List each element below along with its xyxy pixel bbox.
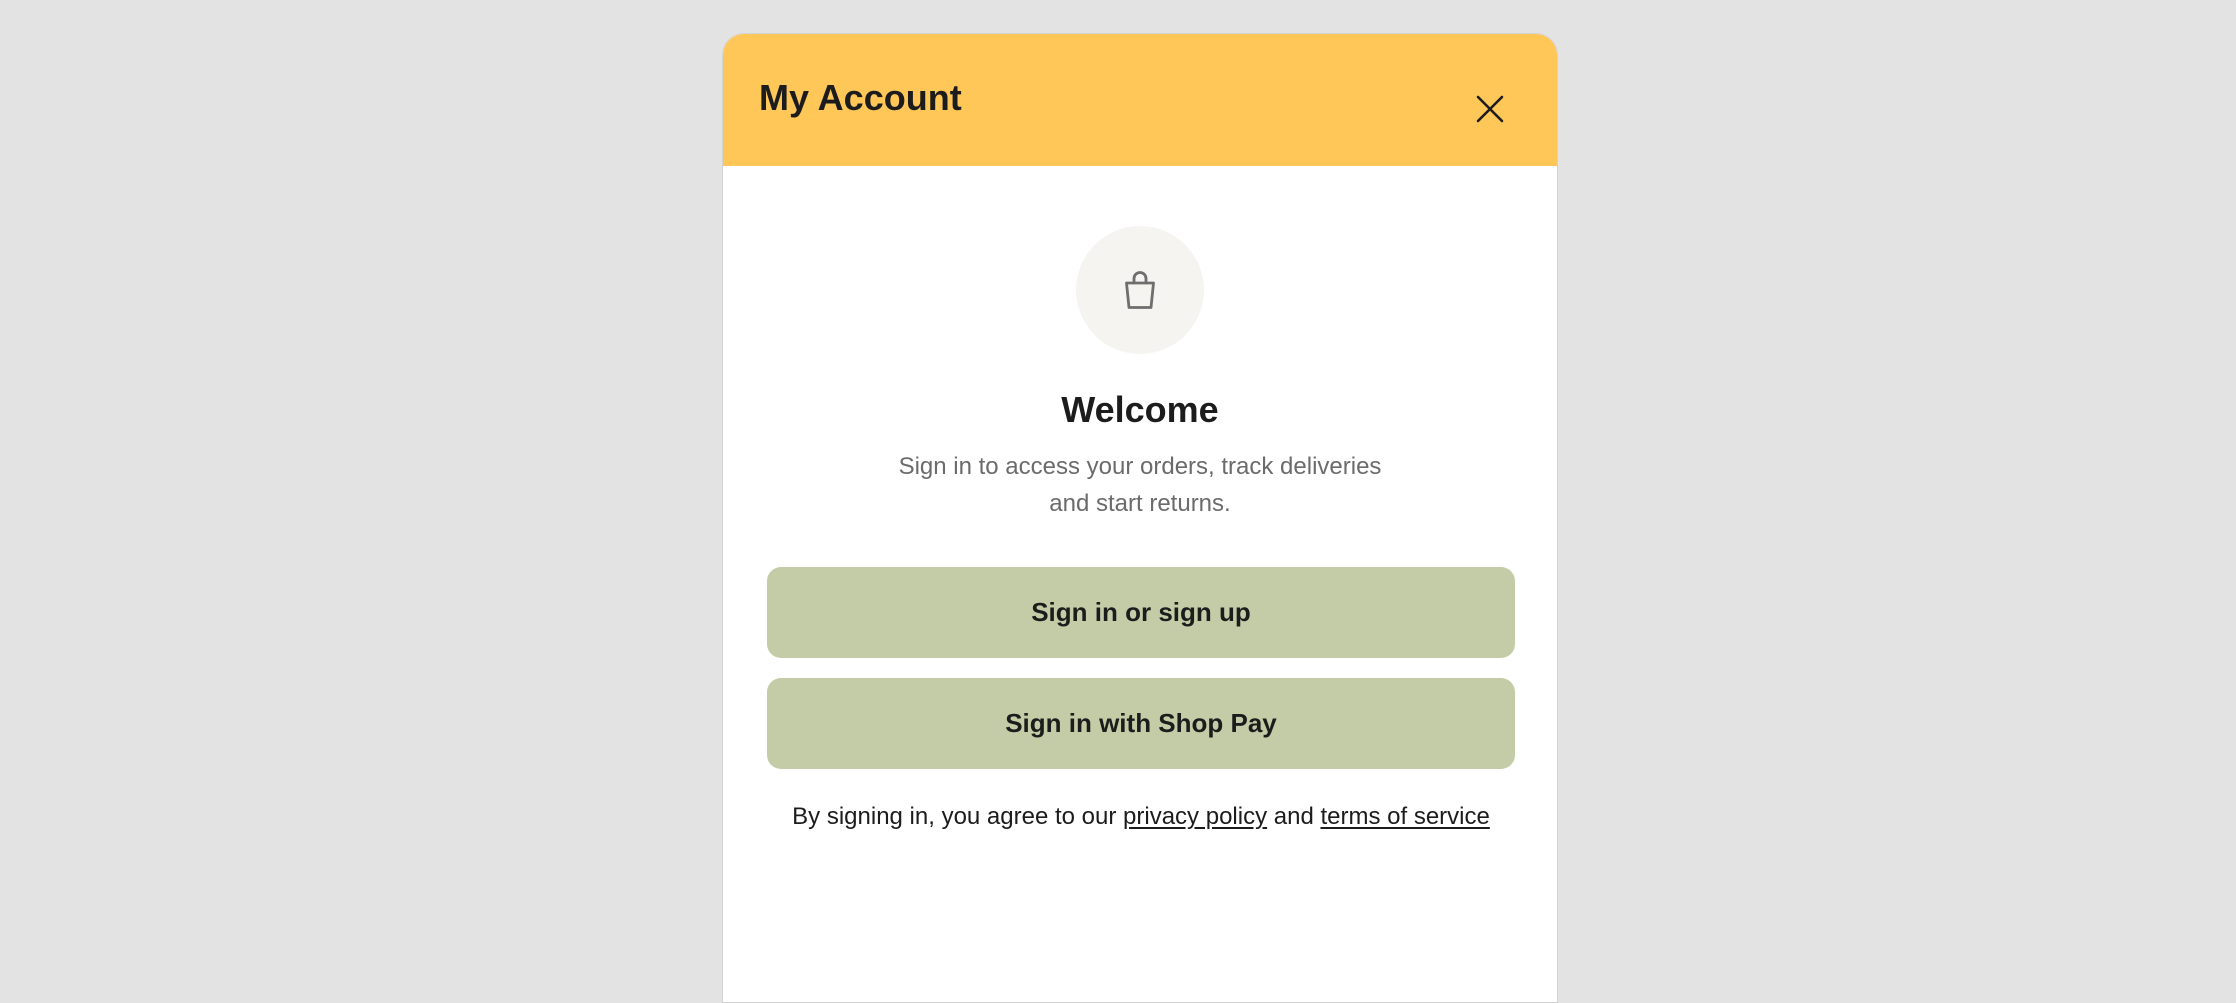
panel-body: Welcome Sign in to access your orders, t…: [723, 166, 1557, 1002]
privacy-policy-link[interactable]: privacy policy: [1123, 803, 1267, 830]
legal-conjunction: and: [1267, 803, 1321, 830]
sign-in-button[interactable]: Sign in or sign up: [767, 567, 1515, 658]
account-panel: My Account Welcome Sign in to access you…: [722, 33, 1558, 1003]
close-button[interactable]: [1460, 79, 1520, 139]
welcome-subtitle: Sign in to access your orders, track del…: [868, 448, 1412, 522]
subtitle-line-2: and start returns.: [1049, 490, 1231, 517]
subtitle-line-1: Sign in to access your orders, track del…: [898, 453, 1382, 480]
shopping-bag-icon: [1125, 271, 1155, 309]
close-icon: [1476, 95, 1504, 123]
bag-icon-badge: [1076, 226, 1204, 354]
panel-header: My Account: [723, 34, 1557, 166]
page-title: My Account: [759, 77, 962, 118]
terms-of-service-link[interactable]: terms of service: [1320, 803, 1489, 830]
welcome-heading: Welcome: [1061, 389, 1219, 430]
legal-prefix: By signing in, you agree to our: [792, 803, 1124, 830]
shop-pay-button[interactable]: Sign in with Shop Pay: [767, 678, 1515, 769]
legal-notice: By signing in, you agree to our privacy …: [791, 799, 1491, 834]
